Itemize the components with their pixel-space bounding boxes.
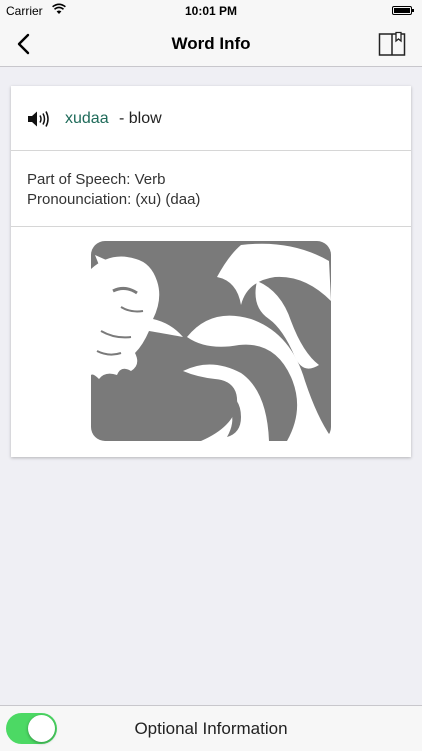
clock: 10:01 PM (184, 4, 238, 18)
bottom-toolbar: Optional Information (0, 705, 422, 751)
navigation-bar: Word Info (0, 22, 422, 67)
word-details: Part of Speech: Verb Pronounciation: (xu… (11, 151, 411, 227)
book-icon[interactable] (378, 31, 406, 57)
word-term[interactable]: xudaa (65, 110, 109, 128)
status-bar: Carrier 10:01 PM (0, 0, 422, 22)
optional-info-label: Optional Information (134, 719, 288, 738)
speaker-icon[interactable] (27, 110, 51, 128)
page-title: Word Info (171, 34, 251, 53)
word-info-card: xudaa - blow Part of Speech: Verb Pronou… (11, 86, 411, 457)
part-of-speech: Part of Speech: Verb (27, 171, 166, 188)
wind-blowing-illustration (91, 241, 331, 441)
pronunciation: Pronounciation: (xu) (daa) (27, 191, 201, 208)
word-meaning: - blow (119, 110, 162, 127)
word-row: xudaa - blow (11, 86, 411, 151)
battery-icon (392, 6, 414, 15)
